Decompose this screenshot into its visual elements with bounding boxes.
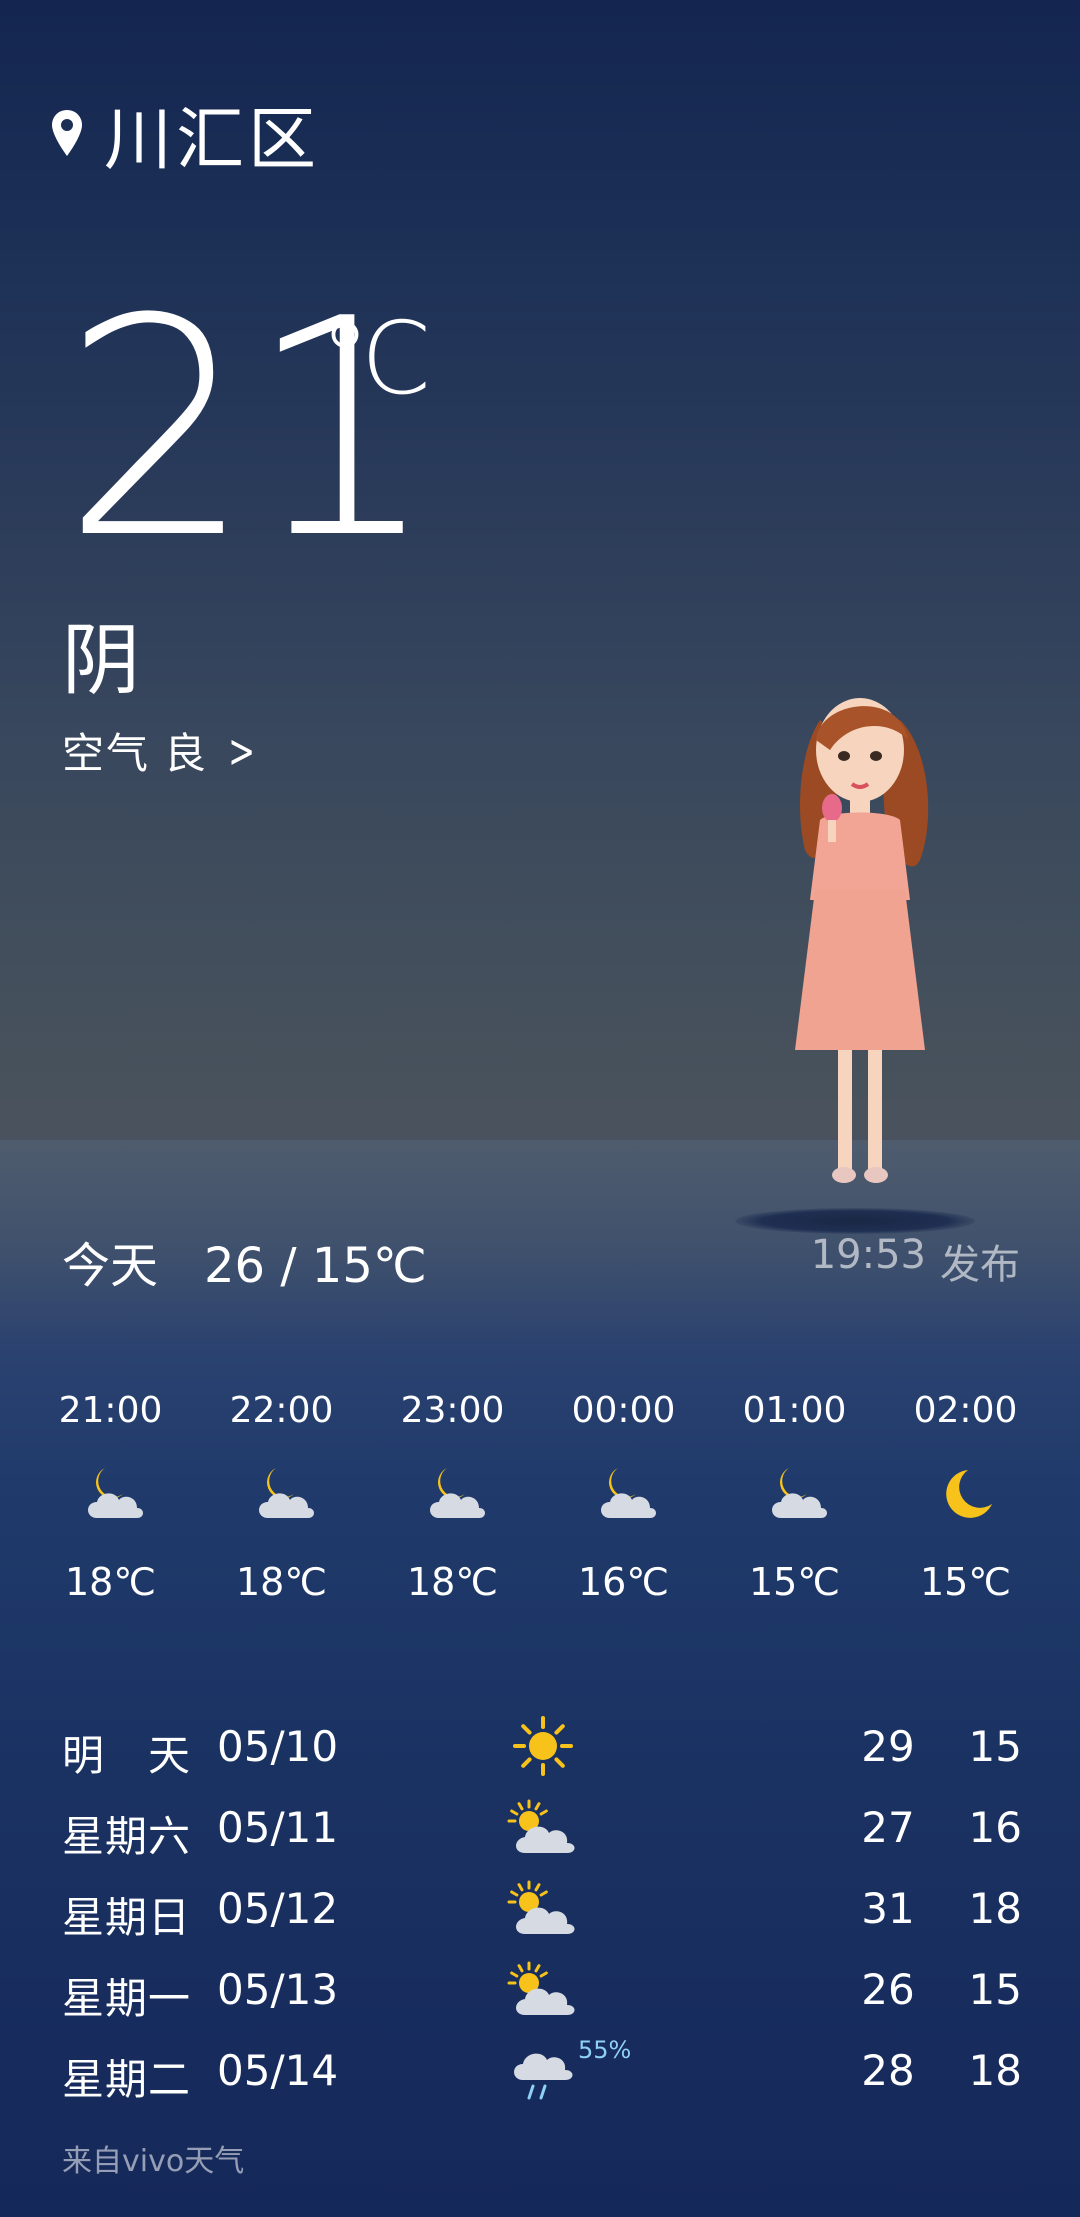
daily-icon bbox=[507, 1957, 579, 2021]
daily-day: 星期一 bbox=[62, 1974, 192, 2023]
hourly-forecast[interactable]: 21:00 18℃ 22:00 18℃ 23:00 18℃ 00:00 16℃ 01:0… bbox=[0, 1380, 1080, 1620]
air-quality-label: 空气 bbox=[62, 729, 151, 778]
hourly-icon bbox=[588, 1460, 660, 1532]
daily-high: 28 bbox=[861, 2046, 915, 2095]
publish-info: 19:53 发布 bbox=[811, 1232, 1020, 1290]
daily-low: 18 bbox=[968, 2046, 1022, 2095]
daily-row: 明 天 05/10 29 15 bbox=[62, 1710, 1022, 1791]
daily-date: 05/11 bbox=[217, 1803, 339, 1852]
current-condition: 阴 bbox=[62, 616, 141, 706]
hourly-time: 00:00 bbox=[571, 1390, 676, 1431]
daily-day: 星期六 bbox=[62, 1812, 192, 1861]
daily-high: 31 bbox=[861, 1884, 915, 1933]
hourly-icon bbox=[75, 1460, 147, 1532]
hourly-time: 02:00 bbox=[913, 1390, 1018, 1431]
daily-row: 星期日 05/12 31 18 bbox=[62, 1872, 1022, 1953]
hourly-icon bbox=[759, 1460, 831, 1532]
daily-day: 星期日 bbox=[62, 1893, 192, 1942]
cloudy-night-icon bbox=[429, 1468, 485, 1518]
daily-date: 05/10 bbox=[217, 1722, 339, 1771]
hourly-time: 21:00 bbox=[58, 1390, 163, 1431]
daily-high: 27 bbox=[861, 1803, 915, 1852]
cloudy-night-icon bbox=[87, 1468, 143, 1518]
cloudy-night-icon bbox=[600, 1468, 656, 1518]
daily-low: 15 bbox=[968, 1722, 1022, 1771]
air-quality-value: 良 bbox=[164, 729, 209, 778]
daily-forecast[interactable]: 明 天 05/10 29 15 星期六 05/11 27 16 星期日 05/12 … bbox=[62, 1710, 1022, 2115]
city-name: 川汇区 bbox=[104, 101, 321, 180]
daily-date: 05/14 bbox=[217, 2046, 339, 2095]
daily-high: 29 bbox=[861, 1722, 915, 1771]
location-header[interactable]: 川汇区 bbox=[50, 84, 320, 183]
hourly-icon bbox=[246, 1460, 318, 1532]
clear-night-icon bbox=[945, 1470, 992, 1518]
today-label: 今天 bbox=[62, 1238, 159, 1294]
precip-chance: 55% bbox=[578, 2036, 632, 2064]
daily-high: 26 bbox=[861, 1965, 915, 2014]
daily-icon bbox=[507, 1876, 579, 1940]
hourly-temp: 16℃ bbox=[577, 1560, 670, 1604]
hourly-icon bbox=[930, 1460, 1002, 1532]
temperature-unit: ℃ bbox=[320, 300, 433, 417]
today-summary: 今天 26 / 15℃ bbox=[62, 1226, 427, 1296]
hourly-temp: 15℃ bbox=[748, 1560, 841, 1604]
hourly-temp: 15℃ bbox=[919, 1560, 1012, 1604]
chevron-right-icon: > bbox=[228, 723, 257, 778]
source-credit: 来自vivo天气 bbox=[62, 2144, 245, 2179]
cloudy-night-icon bbox=[771, 1468, 827, 1518]
daily-icon bbox=[507, 1714, 579, 1778]
partly-cloudy-icon bbox=[507, 1961, 575, 2015]
hourly-temp: 18℃ bbox=[64, 1560, 157, 1604]
daily-day: 明 天 bbox=[62, 1731, 192, 1780]
cloudy-night-icon bbox=[258, 1468, 314, 1518]
hourly-time: 23:00 bbox=[400, 1390, 505, 1431]
publish-label: 发布 bbox=[940, 1242, 1020, 1288]
hourly-temp: 18℃ bbox=[235, 1560, 328, 1604]
daily-date: 05/13 bbox=[217, 1965, 339, 2014]
partly-cloudy-icon bbox=[507, 1799, 575, 1853]
today-range: 26 / 15℃ bbox=[204, 1238, 427, 1294]
rain-icon bbox=[514, 2053, 573, 2100]
character-illustration bbox=[795, 698, 929, 1183]
hourly-time: 01:00 bbox=[742, 1390, 847, 1431]
sunny-icon bbox=[513, 1716, 573, 1776]
daily-icon bbox=[507, 1795, 579, 1859]
daily-row: 星期六 05/11 27 16 bbox=[62, 1791, 1022, 1872]
daily-low: 16 bbox=[968, 1803, 1022, 1852]
hourly-time: 22:00 bbox=[229, 1390, 334, 1431]
publish-time: 19:53 bbox=[810, 1232, 926, 1278]
air-quality-link[interactable]: 空气 良 > bbox=[62, 720, 263, 781]
daily-low: 18 bbox=[968, 1884, 1022, 1933]
daily-date: 05/12 bbox=[217, 1884, 339, 1933]
hourly-icon bbox=[417, 1460, 489, 1532]
sea-rock bbox=[735, 1208, 975, 1234]
partly-cloudy-icon bbox=[507, 1880, 575, 1934]
hourly-temp: 18℃ bbox=[406, 1560, 499, 1604]
daily-day: 星期二 bbox=[62, 2055, 192, 2104]
daily-row: 星期二 05/14 55% 28 18 bbox=[62, 2034, 1022, 2115]
location-pin-icon bbox=[52, 109, 82, 156]
daily-icon bbox=[507, 2038, 579, 2102]
daily-low: 15 bbox=[968, 1965, 1022, 2014]
daily-row: 星期一 05/13 26 15 bbox=[62, 1953, 1022, 2034]
